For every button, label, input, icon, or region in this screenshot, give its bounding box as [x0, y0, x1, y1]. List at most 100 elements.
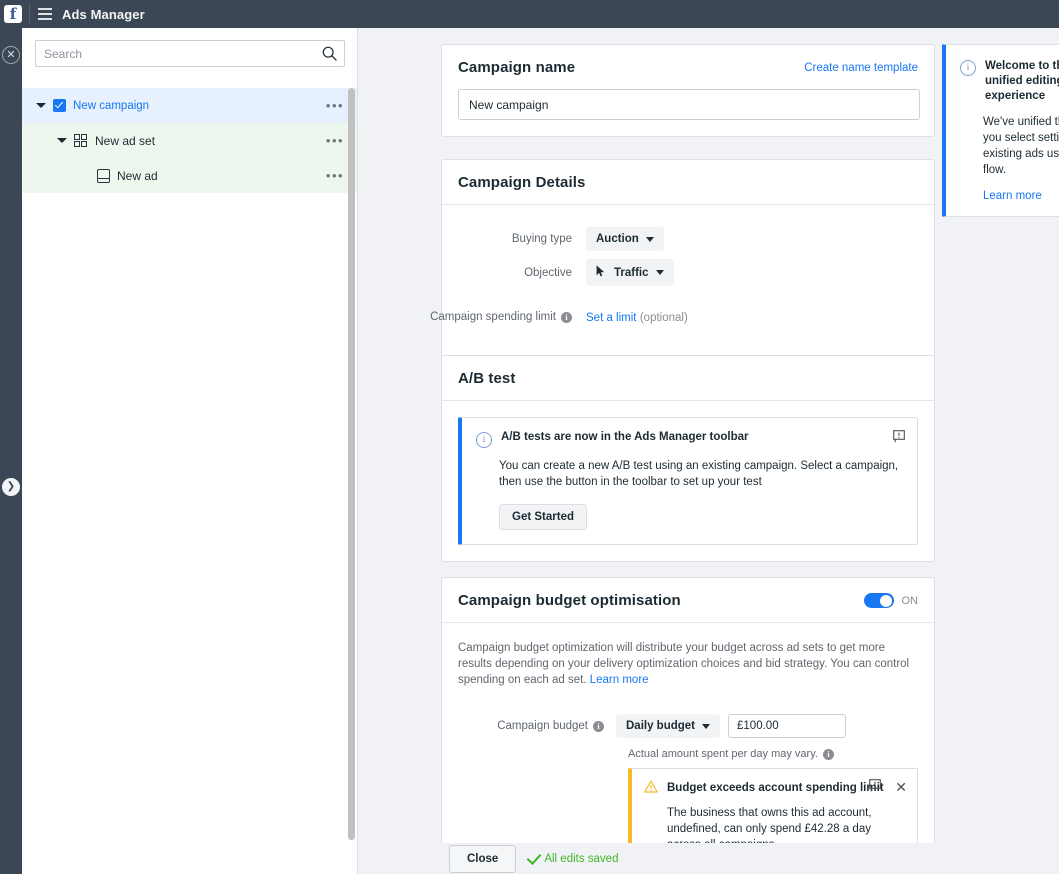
objective-value: Traffic [614, 266, 649, 279]
objective-dropdown[interactable]: Traffic [586, 259, 674, 286]
campaign-checkbox[interactable] [53, 99, 66, 112]
feedback-icon[interactable] [869, 779, 882, 795]
tree-row-campaign[interactable]: New campaign ••• [22, 88, 357, 123]
campaign-details-title: Campaign Details [458, 174, 586, 191]
spending-limit-text: Campaign spending limit [430, 311, 556, 323]
spending-limit-actions: Set a limit (optional) [586, 310, 688, 324]
footer-bar: Close All edits saved [359, 843, 1059, 874]
objective-row: Objective Traffic [442, 259, 934, 286]
welcome-title: Welcome to the unified editing experienc… [985, 60, 1059, 102]
divider [442, 400, 934, 401]
budget-vary-text: Actual amount spent per day may vary. [628, 748, 818, 760]
chevron-down-icon [655, 270, 664, 275]
get-started-button[interactable]: Get Started [499, 504, 587, 530]
nav-search-input[interactable] [36, 41, 318, 66]
cbo-toggle[interactable] [863, 593, 894, 608]
feedback-icon[interactable] [893, 430, 905, 443]
campaign-name-card: Campaign name Create name template [441, 44, 935, 137]
cbo-description: Campaign budget optimization will distri… [442, 623, 934, 688]
ab-test-notice: i A/B tests are now in the Ads Manager t… [458, 417, 918, 545]
row-menu-icon[interactable]: ••• [325, 88, 345, 123]
cbo-description-text: Campaign budget optimization will distri… [458, 642, 910, 686]
cbo-header: Campaign budget optimisation ON [442, 578, 934, 622]
buying-type-label: Buying type [511, 233, 572, 245]
caret-down-icon[interactable] [57, 135, 68, 146]
cbo-toggle-wrap: ON [863, 593, 919, 608]
objective-label: Objective [524, 266, 572, 279]
tree-item-label: New ad set [95, 133, 156, 148]
set-a-limit-link[interactable]: Set a limit [586, 312, 637, 324]
buying-type-row: Buying type Auction [442, 227, 934, 251]
tree-row-ad[interactable]: New ad ••• [22, 158, 357, 193]
ab-test-notice-title: A/B tests are now in the Ads Manager too… [501, 431, 749, 443]
hamburger-menu-icon[interactable] [38, 8, 52, 20]
ab-test-header: A/B test [442, 356, 934, 400]
buying-type-value: Auction [596, 233, 639, 245]
topbar-divider [29, 4, 30, 24]
info-icon[interactable]: i [822, 748, 834, 760]
spending-limit-row: Campaign spending limit i Set a limit (o… [430, 306, 934, 328]
row-menu-icon[interactable]: ••• [325, 158, 345, 193]
ab-test-notice-body: You can create a new A/B test using an e… [499, 460, 899, 488]
nav-scrollbar[interactable] [348, 88, 355, 840]
chevron-right-icon[interactable]: ❯ [2, 478, 20, 496]
tree-item-label: New ad [117, 168, 158, 183]
save-status-text: All edits saved [544, 852, 619, 865]
campaign-budget-optimisation-card: Campaign budget optimisation ON Campaign… [441, 577, 935, 869]
campaign-tree: New campaign ••• New ad set ••• New ad •… [22, 88, 357, 193]
budget-type-value: Daily budget [626, 720, 696, 732]
campaign-name-input[interactable] [458, 89, 920, 120]
spending-limit-optional: (optional) [639, 312, 688, 324]
app-title: Ads Manager [62, 6, 145, 22]
tree-item-label: New campaign [73, 99, 150, 112]
buying-type-dropdown[interactable]: Auction [586, 227, 664, 251]
info-circle-icon: i [960, 60, 976, 76]
spending-limit-label: Campaign spending limit i [430, 311, 586, 323]
welcome-learn-more-link[interactable]: Learn more [983, 190, 1059, 202]
budget-warning-head: Budget exceeds account spending limit [644, 780, 905, 796]
top-bar: f Ads Manager [0, 0, 1059, 28]
ab-test-title: A/B test [458, 370, 516, 387]
campaign-budget-row: Campaign budget i Daily budget [442, 714, 934, 738]
caret-down-icon[interactable] [36, 100, 47, 111]
create-name-template-link[interactable]: Create name template [804, 62, 918, 74]
campaign-details-body: Buying type Auction Objective Traffic Ca… [430, 205, 934, 358]
close-icon[interactable]: ✕ [2, 46, 20, 64]
welcome-body: We've unified the creation flow when you… [983, 116, 1059, 176]
campaign-name-header: Campaign name Create name template [442, 45, 934, 89]
chevron-down-icon [645, 236, 654, 242]
budget-warning-actions: ✕ [869, 779, 907, 795]
campaign-details-header: Campaign Details [442, 160, 934, 204]
campaign-budget-text: Campaign budget [497, 720, 588, 732]
cbo-learn-more-link[interactable]: Learn more [590, 674, 649, 686]
nav-search[interactable] [35, 40, 345, 67]
campaign-budget-label: Campaign budget i [442, 720, 616, 732]
budget-type-dropdown[interactable]: Daily budget [616, 714, 721, 738]
welcome-panel: i Welcome to the unified editing experie… [942, 44, 1059, 217]
check-icon [527, 849, 542, 865]
ab-test-notice-head: i A/B tests are now in the Ads Manager t… [476, 431, 903, 448]
budget-amount-input[interactable] [728, 714, 847, 738]
welcome-head: i Welcome to the unified editing experie… [960, 59, 1059, 104]
ad-icon [97, 168, 110, 183]
budget-vary-note: Actual amount spent per day may vary. i [628, 748, 934, 760]
warning-triangle-icon [644, 780, 658, 796]
tree-row-adset[interactable]: New ad set ••• [22, 123, 357, 158]
nav-scrollbar-thumb[interactable] [348, 88, 355, 840]
info-icon[interactable]: i [561, 311, 572, 323]
cbo-title: Campaign budget optimisation [458, 592, 681, 609]
save-status: All edits saved [527, 849, 619, 867]
budget-warning-title: Budget exceeds account spending limit [667, 782, 884, 794]
left-rail: ✕ ❯ [0, 28, 22, 874]
main-content: Campaign name Create name template Campa… [359, 28, 1059, 874]
info-icon[interactable]: i [593, 720, 604, 732]
search-icon[interactable] [318, 41, 340, 66]
cbo-toggle-label: ON [901, 594, 919, 607]
row-menu-icon[interactable]: ••• [325, 123, 345, 158]
info-circle-icon: i [476, 432, 492, 448]
ab-test-card: A/B test i A/B tests are now in the Ads … [441, 355, 935, 562]
facebook-logo-icon[interactable]: f [4, 5, 22, 23]
close-button[interactable]: Close [449, 844, 517, 873]
campaign-details-card: Campaign Details Buying type Auction Obj… [430, 159, 935, 359]
dismiss-warning-icon[interactable]: ✕ [895, 780, 907, 794]
